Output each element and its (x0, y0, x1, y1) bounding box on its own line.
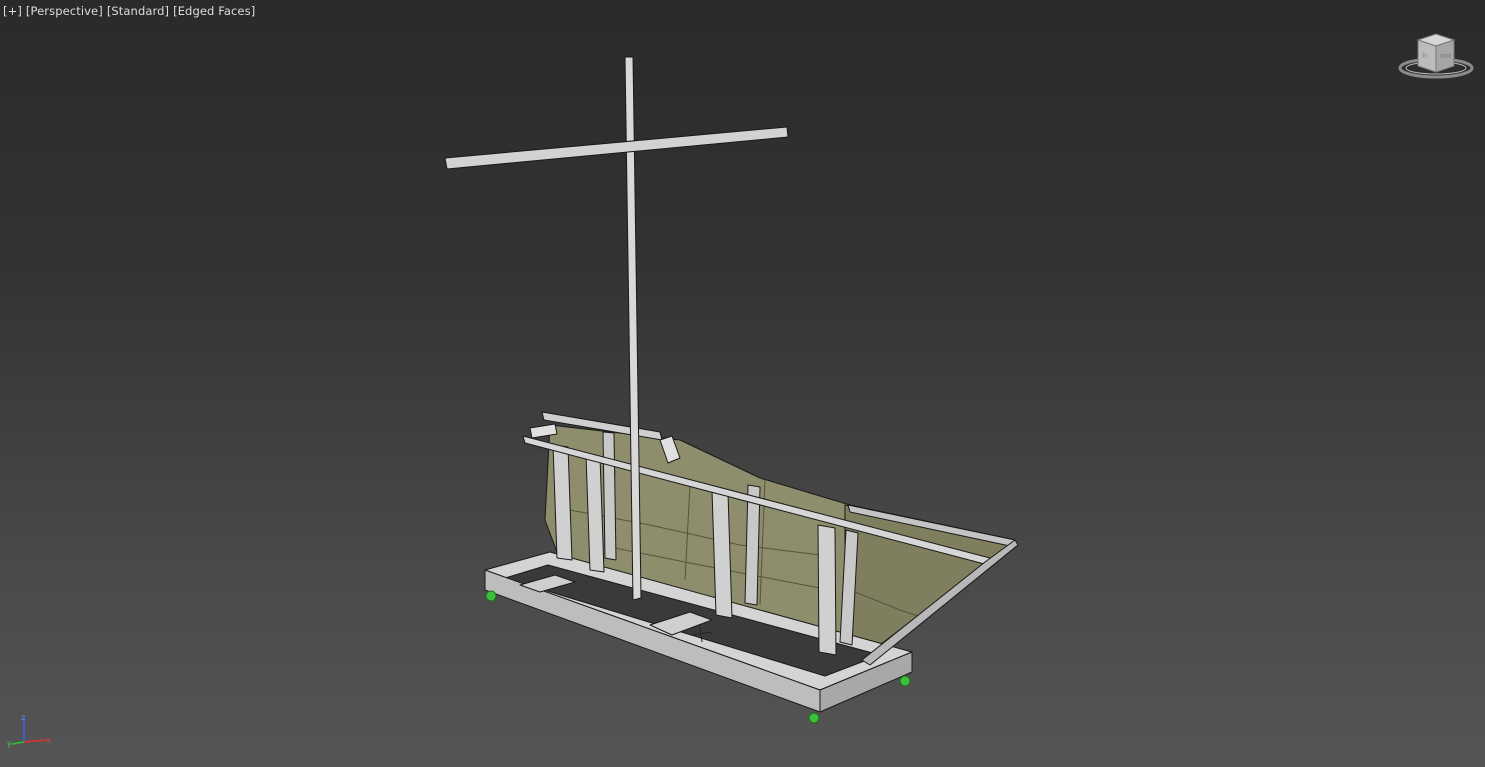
viewcube[interactable]: fr ont (1396, 30, 1476, 86)
post-4 (711, 489, 733, 619)
axis-z-label: z (21, 713, 25, 722)
axis-x-label: x (46, 736, 51, 745)
post-6 (817, 524, 837, 656)
viewport-canvas[interactable] (0, 0, 1485, 767)
yard-arm (444, 126, 789, 170)
viewcube-face-left: fr (1422, 52, 1427, 60)
axis-y-label: y (7, 739, 12, 748)
axis-tripod: z x y (7, 713, 51, 748)
wheel (485, 590, 497, 602)
wheel (808, 712, 820, 724)
post-3 (602, 431, 617, 561)
viewcube-face-right: ont (1440, 52, 1452, 60)
wheel (899, 675, 911, 687)
